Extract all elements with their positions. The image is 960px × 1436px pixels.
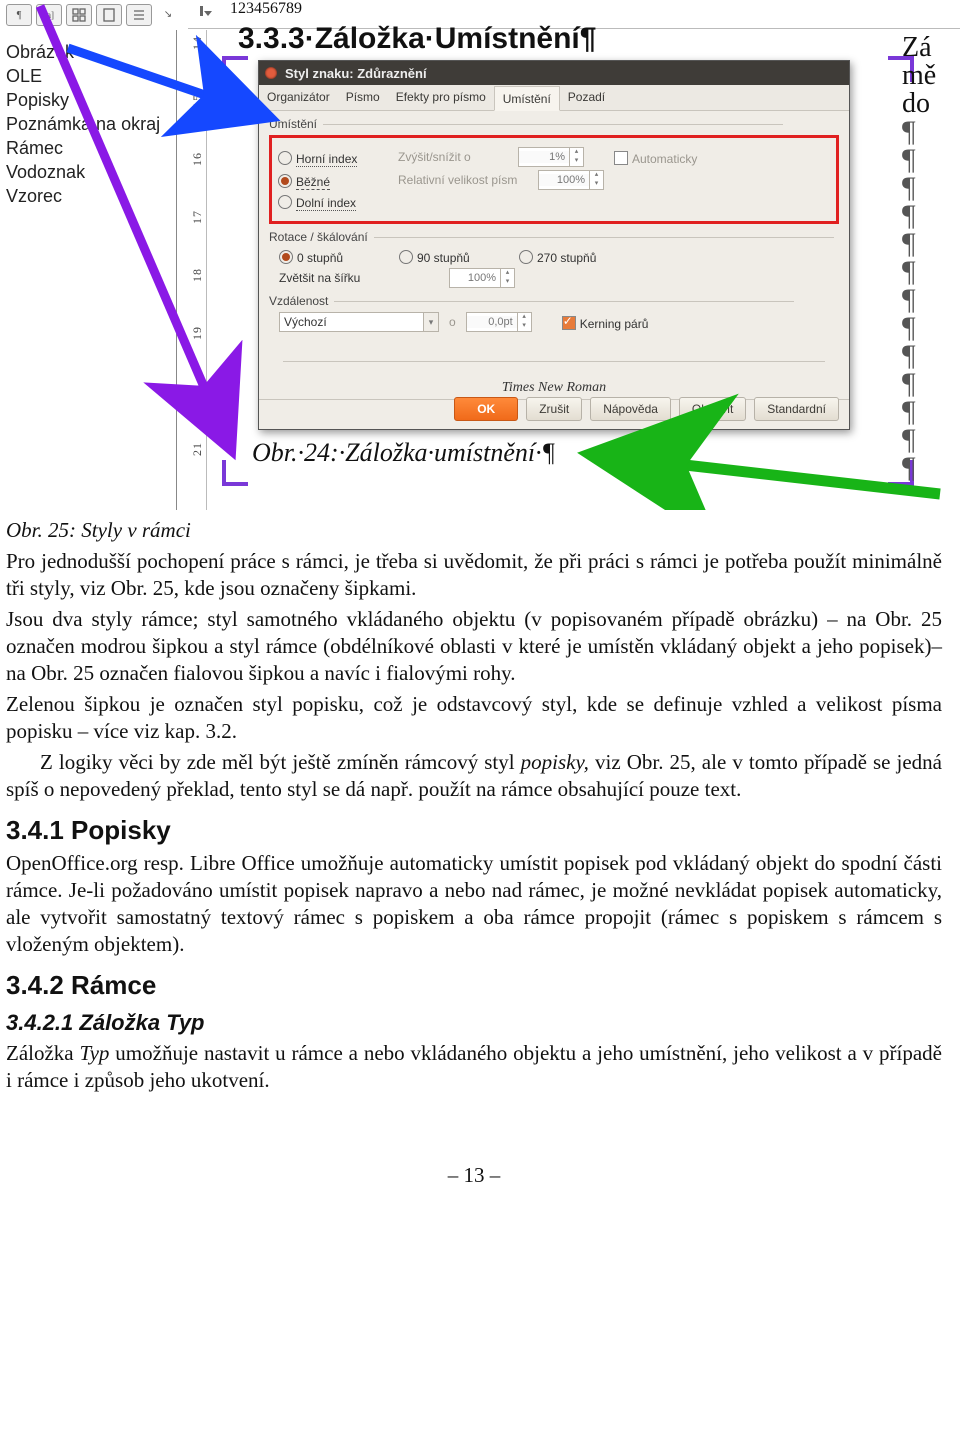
dialog-titlebar[interactable]: Styl znaku: Zdůraznění <box>259 61 849 85</box>
radio-subscript[interactable] <box>278 195 292 209</box>
opt-label: 270 stupňů <box>537 251 596 265</box>
ruler-number: 21 <box>190 442 205 456</box>
tb-pilcrow-icon[interactable]: ¶ <box>6 4 32 26</box>
ruler-number: 2 <box>238 0 246 17</box>
group-rotation: Rotace / škálování 0 stupňů 90 stupňů 27… <box>269 230 839 288</box>
char-style-dialog: Styl znaku: Zdůraznění Organizátor Písmo… <box>258 60 850 430</box>
tb-grid-icon[interactable] <box>66 4 92 26</box>
tab-stop-icon <box>198 4 218 24</box>
tab-organizator[interactable]: Organizátor <box>259 85 338 110</box>
tab-umisteni[interactable]: Umístění <box>494 86 560 111</box>
scale-spinner[interactable]: ▴▾ <box>449 268 515 288</box>
raise-spinner[interactable]: ▴▾ <box>518 147 584 167</box>
radio-normal[interactable] <box>278 174 292 188</box>
preview-sample: Times New Roman <box>259 361 849 400</box>
document-body: Obr. 25: Styly v rámci Pro jednodušší po… <box>0 511 960 1189</box>
tb-list-icon[interactable] <box>126 4 152 26</box>
radio-0deg[interactable] <box>279 250 293 264</box>
figure-25: ¶ [a] ↘ Obrázek OLE Popisky Poznámka na … <box>0 0 960 511</box>
ruler-number: 9 <box>294 0 302 17</box>
ruler-number: 4 <box>254 0 262 17</box>
group-spacing: Vzdálenost Výchozí ▾ o ▴▾ Kerning párů <box>269 294 839 332</box>
ruler-number: 15 <box>190 94 205 108</box>
radio-270deg[interactable] <box>519 250 533 264</box>
chk-auto[interactable] <box>614 151 628 165</box>
vertical-ruler: 14 15 16 17 18 19 20 21 <box>0 30 186 510</box>
figure-caption-25: Obr. 25: Styly v rámci <box>6 517 942 544</box>
chk-label: Automaticky <box>632 152 697 166</box>
ruler-number: 16 <box>190 152 205 166</box>
group-title: Umístění <box>269 117 839 131</box>
group-title: Vzdálenost <box>269 294 839 308</box>
ruler-number: 5 <box>262 0 270 17</box>
cancel-button[interactable]: Zrušit <box>526 397 582 421</box>
dialog-tabs: Organizátor Písmo Efekty pro písmo Umíst… <box>259 85 849 111</box>
opt-label: Horní index <box>296 152 357 167</box>
hruler-numbers: 123456789 <box>230 0 960 20</box>
frame-corner-icon <box>222 460 248 486</box>
ruler-number: 19 <box>190 326 205 340</box>
tab-pismo[interactable]: Písmo <box>338 85 388 110</box>
ruler-number: 3 <box>246 0 254 17</box>
heading-341: 3.4.1 Popisky <box>6 817 942 844</box>
page-number: – 13 – <box>6 1162 942 1189</box>
writer-toolbar: ¶ [a] ↘ <box>6 4 180 26</box>
by-label: o <box>449 315 456 329</box>
close-icon[interactable] <box>265 67 277 79</box>
help-button[interactable]: Nápověda <box>590 397 671 421</box>
doc-heading-333: 3.3.3·Záložka·Umístnění¶ <box>238 22 596 56</box>
tb-arrow-icon[interactable]: ↘ <box>156 4 180 24</box>
ruler-number: 6 <box>270 0 278 17</box>
opt-label: 0 stupňů <box>297 251 343 265</box>
ruler-number: 17 <box>190 210 205 224</box>
spacing-select[interactable]: Výchozí <box>279 312 424 332</box>
ruler-number: 18 <box>190 268 205 282</box>
frame-corner-icon <box>222 56 248 82</box>
radio-superscript[interactable] <box>278 151 292 165</box>
tb-char-icon[interactable]: [a] <box>36 4 62 26</box>
ruler-number: 1 <box>230 0 238 17</box>
chk-kerning[interactable] <box>562 316 576 330</box>
ruler-number: 14 <box>190 36 205 50</box>
ruler-number: 7 <box>278 0 286 17</box>
tab-efekty[interactable]: Efekty pro písmo <box>388 85 494 110</box>
dialog-buttonbar: OK Zrušit Nápověda Obnovit Standardní <box>454 397 839 421</box>
group-position: Umístění Horní index Zvýšit/snížit o ▴▾ … <box>269 117 839 224</box>
dialog-title: Styl znaku: Zdůraznění <box>285 66 427 81</box>
tb-page-icon[interactable] <box>96 4 122 26</box>
radio-90deg[interactable] <box>399 250 413 264</box>
page-right-cutoff: Zá mě do ¶¶ ¶¶ ¶¶ ¶¶ ¶¶ ¶¶ ¶ <box>902 34 956 482</box>
paragraph: Pro jednodušší pochopení práce s rámci, … <box>6 548 942 602</box>
paragraph: Záložka Typ umožňuje nastavit u rámce a … <box>6 1040 942 1094</box>
figure-caption-24: Obr.·24:·Záložka·umístnění·¶ <box>252 438 555 468</box>
chk-label: Kerning párů <box>580 317 649 331</box>
paragraph: Jsou dva styly rámce; styl samotného vkl… <box>6 606 942 687</box>
group-title: Rotace / škálování <box>269 230 839 244</box>
heading-342: 3.4.2 Rámce <box>6 972 942 999</box>
opt-label: Běžné <box>296 175 330 190</box>
standard-button[interactable]: Standardní <box>754 397 839 421</box>
ruler-number: 8 <box>286 0 294 17</box>
ok-button[interactable]: OK <box>454 397 518 421</box>
heading-3421: 3.4.2.1 Záložka Typ <box>6 1009 942 1036</box>
by-spinner[interactable]: ▴▾ <box>466 312 532 332</box>
tab-pozadi[interactable]: Pozadí <box>560 85 613 110</box>
paragraph: Zelenou šipkou je označen styl popisku, … <box>6 691 942 745</box>
opt-label: Dolní index <box>296 196 356 211</box>
ruler-number: 20 <box>190 384 205 398</box>
red-highlight-box: Horní index Zvýšit/snížit o ▴▾ Automatic… <box>269 135 839 224</box>
opt-label: 90 stupňů <box>417 251 470 265</box>
scale-label: Zvětšit na šířku <box>279 271 439 285</box>
reset-button[interactable]: Obnovit <box>679 397 746 421</box>
paragraph: OpenOffice.org resp. Libre Office umožňu… <box>6 850 942 958</box>
relsize-label: Relativní velikost písm <box>398 173 528 187</box>
paragraph: Z logiky věci by zde měl být ještě zmíně… <box>6 749 942 803</box>
raise-label: Zvýšit/snížit o <box>398 150 508 164</box>
relsize-spinner[interactable]: ▴▾ <box>538 170 604 190</box>
